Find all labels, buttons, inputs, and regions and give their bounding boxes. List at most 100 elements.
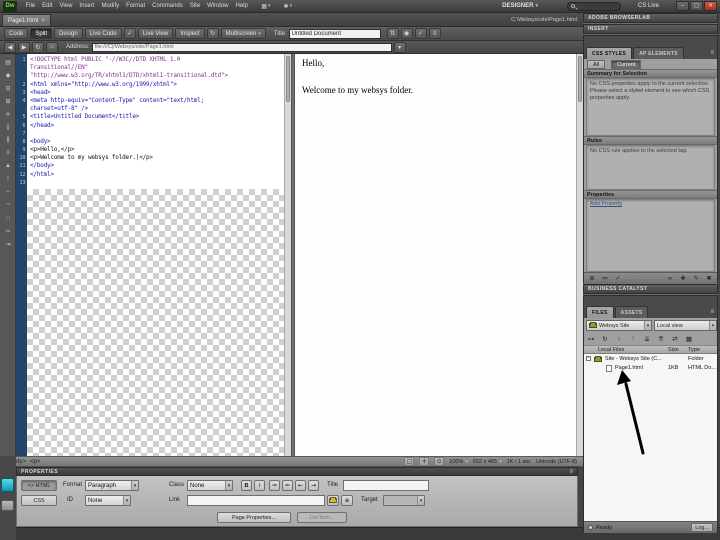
synchronize-icon[interactable]: ⇄: [670, 334, 680, 344]
put-files-icon[interactable]: ↑: [628, 334, 638, 344]
code-text[interactable]: <head>: [27, 89, 50, 97]
file-tree-row-site[interactable]: − Site - Websys Site (C... Folder: [584, 355, 717, 364]
unordered-list-icon[interactable]: ≔: [269, 480, 280, 491]
show-only-set-properties-icon[interactable]: ✓: [613, 274, 623, 283]
show-code-navigator-icon[interactable]: ◆: [2, 70, 14, 80]
refresh-icon[interactable]: ↻: [600, 334, 610, 344]
target-select[interactable]: ▾: [383, 495, 425, 506]
new-css-rule-icon[interactable]: ✚: [678, 274, 688, 283]
check-page-icon[interactable]: ✓: [124, 28, 136, 39]
tab-files[interactable]: FILES: [586, 306, 614, 318]
title-field-input[interactable]: [343, 480, 429, 491]
live-view-button[interactable]: Live View: [138, 28, 174, 39]
code-text[interactable]: "http://www.w3.org/TR/xhtml1/DTD/xhtml1-…: [27, 72, 228, 80]
window-size-select[interactable]: 652 x 465▾: [473, 459, 502, 465]
refresh-design-view-icon[interactable]: ↻: [207, 28, 219, 39]
design-view[interactable]: Hello, Welcome to my websys folder.: [295, 54, 576, 456]
code-text[interactable]: [27, 130, 30, 138]
connect-icon[interactable]: ⊶: [586, 334, 596, 344]
add-property-link[interactable]: Add Property: [590, 201, 622, 207]
highlight-invalid-code-icon[interactable]: ▲: [2, 161, 14, 171]
indent-code-icon[interactable]: ⇥: [2, 239, 14, 249]
point-to-file-icon[interactable]: ⊕: [341, 495, 353, 506]
syntax-error-alerts-icon[interactable]: !: [2, 174, 14, 184]
design-paragraph[interactable]: Hello,: [302, 58, 324, 68]
close-button[interactable]: ✕: [704, 1, 717, 11]
minimize-button[interactable]: –: [676, 1, 689, 11]
tree-expander-icon[interactable]: −: [586, 356, 591, 361]
site-select[interactable]: Websys Site ▾: [586, 320, 652, 331]
document-tab[interactable]: Page1.html ×: [2, 14, 51, 26]
tab-css-styles[interactable]: CSS STYLES: [586, 47, 632, 59]
layout-switcher-icon[interactable]: ▦▾: [258, 3, 273, 10]
address-input[interactable]: [92, 43, 392, 52]
collapse-full-tag-icon[interactable]: ⊟: [2, 83, 14, 93]
class-select[interactable]: None▾: [187, 480, 233, 491]
tab-assets[interactable]: ASSETS: [615, 306, 649, 318]
code-text[interactable]: </html>: [27, 171, 54, 179]
expand-panel-icon[interactable]: ▦: [684, 334, 694, 344]
code-text[interactable]: <html xmlns="http://www.w3.org/1999/xhtm…: [27, 81, 177, 89]
check-in-icon[interactable]: ⇈: [656, 334, 666, 344]
code-text[interactable]: <p>Hello,</p>: [27, 146, 74, 154]
file-tree-row-page1[interactable]: Page1.html 1KB HTML Do...: [584, 364, 717, 373]
zoom-level-select[interactable]: 100%▾: [449, 459, 468, 465]
file-list-columns[interactable]: Local Files Size Type: [584, 345, 717, 354]
insert-panel-header[interactable]: INSERT: [583, 24, 718, 34]
home-icon[interactable]: ⌂: [46, 42, 58, 53]
rules-section-header[interactable]: Rules: [584, 136, 717, 145]
current-mode-button[interactable]: Current: [611, 60, 641, 69]
workspace-switcher[interactable]: DESIGNER▾: [498, 3, 542, 9]
check-out-icon[interactable]: ⇊: [642, 334, 652, 344]
dock-gray-icon[interactable]: [1, 500, 14, 511]
view-mode-select[interactable]: Local view ▾: [654, 320, 717, 331]
code-text[interactable]: <p>Welcome to my websys folder.|</p>: [27, 154, 153, 162]
page-properties-button[interactable]: Page Properties...: [217, 512, 291, 523]
balance-braces-icon[interactable]: {}: [2, 135, 14, 145]
id-select[interactable]: None▾: [85, 495, 131, 506]
extend-dreamweaver-icon[interactable]: ✱▾: [281, 3, 296, 10]
dreamweaver-logo[interactable]: Dw: [3, 1, 17, 12]
line-numbers-icon[interactable]: ≡: [2, 148, 14, 158]
forward-icon[interactable]: ▶: [18, 42, 30, 53]
get-files-icon[interactable]: ↓: [614, 334, 624, 344]
apply-comment-icon[interactable]: ⌐: [2, 187, 14, 197]
wrap-tag-icon[interactable]: ∷: [2, 213, 14, 223]
panel-menu-icon[interactable]: ≡: [569, 469, 573, 475]
menu-item[interactable]: Commands: [149, 0, 187, 13]
menu-item[interactable]: Window: [204, 0, 232, 13]
validate-markup-icon[interactable]: ✓: [415, 28, 427, 39]
code-text[interactable]: <meta http-equiv="Content-Type" content=…: [27, 97, 204, 105]
panel-menu-icon[interactable]: ≡: [710, 50, 714, 56]
live-view-options-icon[interactable]: ▾: [394, 42, 406, 53]
cs-live-button[interactable]: CS Live: [638, 3, 659, 9]
attach-stylesheet-icon[interactable]: ∞: [665, 274, 675, 283]
code-view-button[interactable]: Code: [4, 28, 28, 39]
menu-item[interactable]: Edit: [39, 0, 56, 13]
expand-all-icon[interactable]: ✛: [2, 109, 14, 119]
recent-snippets-icon[interactable]: ✂: [2, 226, 14, 236]
indent-icon[interactable]: ⇥: [308, 480, 319, 491]
show-list-view-icon[interactable]: ≔: [600, 274, 610, 283]
panel-menu-icon[interactable]: ≡: [710, 309, 714, 315]
visual-aids-icon[interactable]: ≡: [429, 28, 441, 39]
menu-item[interactable]: File: [22, 0, 39, 13]
split-view-button[interactable]: Split: [30, 28, 52, 39]
business-catalyst-panel-header[interactable]: BUSINESS CATALYST: [583, 284, 718, 294]
back-icon[interactable]: ◀: [4, 42, 16, 53]
design-scrollbar[interactable]: [576, 54, 583, 456]
link-input[interactable]: [187, 495, 325, 506]
preview-in-browser-icon[interactable]: ◉: [401, 28, 413, 39]
menu-item[interactable]: Format: [123, 0, 149, 13]
live-code-button[interactable]: Live Code: [85, 28, 122, 39]
code-text[interactable]: <title>Untitled Document</title>: [27, 113, 139, 121]
code-scrollbar[interactable]: [284, 54, 291, 456]
scrollbar-thumb[interactable]: [286, 56, 290, 102]
maximize-button[interactable]: ▢: [690, 1, 703, 11]
menu-item[interactable]: Help: [232, 0, 251, 13]
design-paragraph[interactable]: Welcome to my websys folder.: [302, 85, 413, 95]
code-text[interactable]: [27, 179, 30, 187]
menu-item[interactable]: Site: [186, 0, 203, 13]
app-search-input[interactable]: [567, 2, 621, 11]
menu-item[interactable]: Insert: [76, 0, 98, 13]
